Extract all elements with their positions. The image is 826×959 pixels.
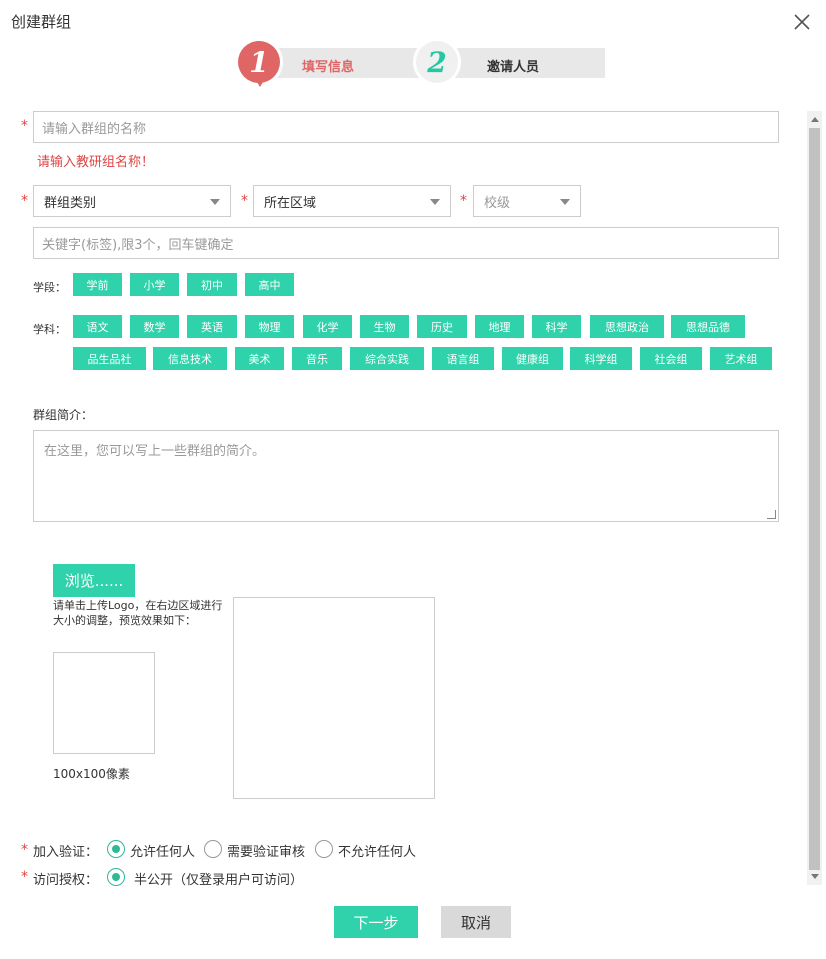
subject-tag[interactable]: 科学组 xyxy=(570,347,632,370)
required-mark: * xyxy=(21,118,28,134)
intro-placeholder: 在这里，您可以写上一些群组的简介。 xyxy=(44,444,266,459)
subject-tag[interactable]: 品生品社 xyxy=(73,347,146,370)
subject-tag[interactable]: 信息技术 xyxy=(153,347,227,370)
subject-tag[interactable]: 语言组 xyxy=(432,347,494,370)
intro-textarea[interactable]: 在这里，您可以写上一些群组的简介。 xyxy=(33,430,779,522)
subject-tag[interactable]: 物理 xyxy=(245,315,294,338)
chevron-down-icon xyxy=(560,199,570,205)
subject-tag[interactable]: 健康组 xyxy=(502,347,563,370)
subject-tag[interactable]: 英语 xyxy=(187,315,237,338)
required-mark: * xyxy=(21,842,28,858)
region-value: 所在区域 xyxy=(264,195,317,211)
next-step-button[interactable]: 下一步 xyxy=(334,906,418,938)
subject-tag[interactable]: 综合实践 xyxy=(350,347,424,370)
step-1-label: 填写信息 xyxy=(302,60,355,75)
join-verification-label: 加入验证： xyxy=(33,845,99,860)
subject-tag[interactable]: 思想品德 xyxy=(671,315,745,338)
chevron-down-icon xyxy=(430,199,440,205)
required-mark: * xyxy=(21,869,28,885)
subject-tag[interactable]: 艺术组 xyxy=(710,347,772,370)
subject-tag[interactable]: 科学 xyxy=(532,315,581,338)
close-icon[interactable] xyxy=(792,12,812,32)
scroll-up-icon[interactable] xyxy=(811,117,819,122)
logo-crop-area[interactable] xyxy=(233,597,435,799)
subject-tag[interactable]: 地理 xyxy=(475,315,524,338)
radio-require-approval[interactable] xyxy=(204,840,222,858)
subject-tag[interactable]: 生物 xyxy=(360,315,409,338)
required-mark: * xyxy=(21,193,28,209)
step-1-number: 1 xyxy=(238,41,280,87)
option-deny-anyone: 不允许任何人 xyxy=(338,845,417,860)
group-category-select[interactable]: 群组类别 xyxy=(33,185,231,217)
scrollbar-thumb[interactable] xyxy=(809,128,820,870)
dialog-title: 创建群组 xyxy=(11,13,72,31)
radio-deny-anyone[interactable] xyxy=(315,840,333,858)
subject-tag[interactable]: 化学 xyxy=(303,315,352,338)
option-require-approval: 需要验证审核 xyxy=(227,845,306,860)
resize-handle-icon[interactable] xyxy=(767,510,776,519)
subject-label: 学科： xyxy=(33,323,66,336)
logo-preview-box xyxy=(53,652,155,754)
name-error-message: 请输入教研组名称！ xyxy=(37,155,155,170)
school-level-value: 校级 xyxy=(484,195,511,211)
stage-tag[interactable]: 小学 xyxy=(130,273,179,296)
option-allow-anyone: 允许任何人 xyxy=(130,845,196,860)
keywords-input[interactable]: 关键字(标签),限3个，回车键确定 xyxy=(33,227,779,259)
subject-tag[interactable]: 社会组 xyxy=(640,347,702,370)
region-select[interactable]: 所在区域 xyxy=(253,185,451,217)
subject-tag[interactable]: 思想政治 xyxy=(590,315,664,338)
stage-tag[interactable]: 学前 xyxy=(73,273,122,296)
school-level-select[interactable]: 校级 xyxy=(473,185,581,217)
logo-size-caption: 100x100像素 xyxy=(53,767,130,781)
step-2-label: 邀请人员 xyxy=(487,60,540,75)
chevron-down-icon xyxy=(210,199,220,205)
stage-tag[interactable]: 高中 xyxy=(245,273,294,296)
required-mark: * xyxy=(460,193,467,209)
logo-hint: 请单击上传Logo，在右边区域进行大小的调整，预览效果如下： xyxy=(53,599,223,627)
stage-label: 学段： xyxy=(33,281,66,294)
stage-tag[interactable]: 初中 xyxy=(187,273,237,296)
subject-tag[interactable]: 音乐 xyxy=(292,347,342,370)
radio-semi-public[interactable] xyxy=(107,868,125,886)
scroll-down-icon[interactable] xyxy=(811,874,819,879)
create-group-dialog: 创建群组 填写信息 邀请人员 2 1 * 请输入群组的名称 请输入教研组名称！ … xyxy=(0,0,826,959)
subject-tag[interactable]: 语文 xyxy=(73,315,122,338)
subject-tag[interactable]: 数学 xyxy=(130,315,179,338)
step-2-number: 2 xyxy=(416,41,458,83)
subject-tag[interactable]: 历史 xyxy=(417,315,467,338)
intro-label: 群组简介： xyxy=(33,408,94,422)
option-semi-public: 半公开（仅登录用户可访问） xyxy=(134,873,304,888)
group-category-value: 群组类别 xyxy=(44,195,97,211)
required-mark: * xyxy=(241,193,248,209)
cancel-button[interactable]: 取消 xyxy=(441,906,511,938)
access-label: 访问授权： xyxy=(33,873,99,888)
browse-button[interactable]: 浏览...... xyxy=(53,564,135,597)
group-name-input[interactable]: 请输入群组的名称 xyxy=(33,111,779,143)
radio-allow-anyone[interactable] xyxy=(107,840,125,858)
subject-tag[interactable]: 美术 xyxy=(235,347,284,370)
